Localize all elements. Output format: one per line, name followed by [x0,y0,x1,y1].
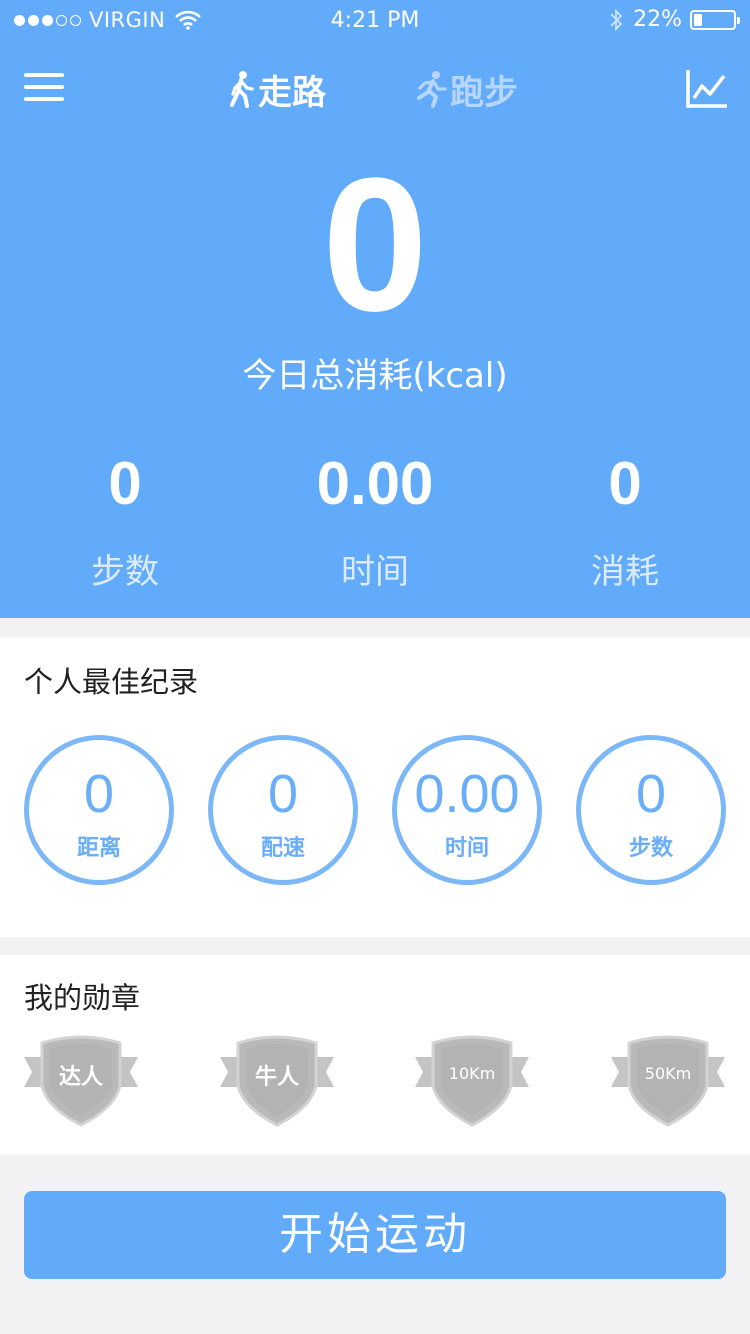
medal-label: 达人 [58,1065,103,1090]
stat-value: 0.00 [316,450,434,517]
personal-records-card: 个人最佳纪录 0 距离 0 配速 0.00 时间 0 步数 [0,637,750,937]
running-person-icon [417,71,447,108]
battery-level-fill [694,13,702,26]
hamburger-menu-icon[interactable] [24,70,66,106]
walking-person-icon [230,71,254,108]
record-value: 0.00 [414,764,520,824]
stat-calories: 0 消耗 [500,452,750,593]
battery-percent: 22% [633,7,682,32]
tab-run[interactable]: 跑步 [414,66,518,113]
tab-run-label: 跑步 [450,72,518,113]
record-label: 时间 [444,836,489,861]
record-label: 距离 [76,836,121,861]
medal-badge[interactable]: 达人 [22,1033,140,1129]
record-value: 0 [83,764,115,824]
total-calories-value: 0 [322,139,428,351]
record-value: 0 [267,764,299,824]
medals-card: 我的勋章 达人 牛人 10Km 50Km [0,955,750,1155]
record-label: 配速 [260,836,305,861]
battery-icon [690,9,740,30]
stat-steps: 0 步数 [0,452,250,593]
record-steps[interactable]: 0 步数 [576,735,726,885]
record-value: 0 [635,764,667,824]
start-exercise-button[interactable]: 开始运动 [24,1191,726,1279]
stat-value: 0 [608,450,642,517]
section-title: 我的勋章 [24,981,141,1015]
medal-badge[interactable]: 牛人 [218,1033,336,1129]
medal-label: 牛人 [254,1065,299,1090]
medal-label: 50Km [644,1064,692,1083]
line-chart-icon[interactable] [686,68,728,108]
record-label: 步数 [628,836,673,861]
stat-label: 时间 [341,552,409,592]
summary-header: VIRGIN 4:21 PM 22% 走路 跑步 0 今日总消耗(kcal) 0… [0,0,750,618]
stat-label: 消耗 [591,552,659,592]
tab-walk[interactable]: 走路 [228,66,326,113]
stat-value: 0 [108,450,142,517]
medal-label: 10Km [448,1064,496,1083]
record-pace[interactable]: 0 配速 [208,735,358,885]
stat-time: 0.00 时间 [250,452,500,593]
stat-label: 步数 [91,552,159,592]
section-title: 个人最佳纪录 [24,665,199,699]
record-time[interactable]: 0.00 时间 [392,735,542,885]
tab-walk-label: 走路 [258,72,326,113]
total-calories-label: 今日总消耗(kcal) [242,356,508,396]
bluetooth-icon [610,8,623,31]
record-distance[interactable]: 0 距离 [24,735,174,885]
status-bar: VIRGIN 4:21 PM 22% [0,0,750,40]
medal-badge[interactable]: 10Km [413,1033,531,1129]
medal-badge[interactable]: 50Km [609,1033,727,1129]
